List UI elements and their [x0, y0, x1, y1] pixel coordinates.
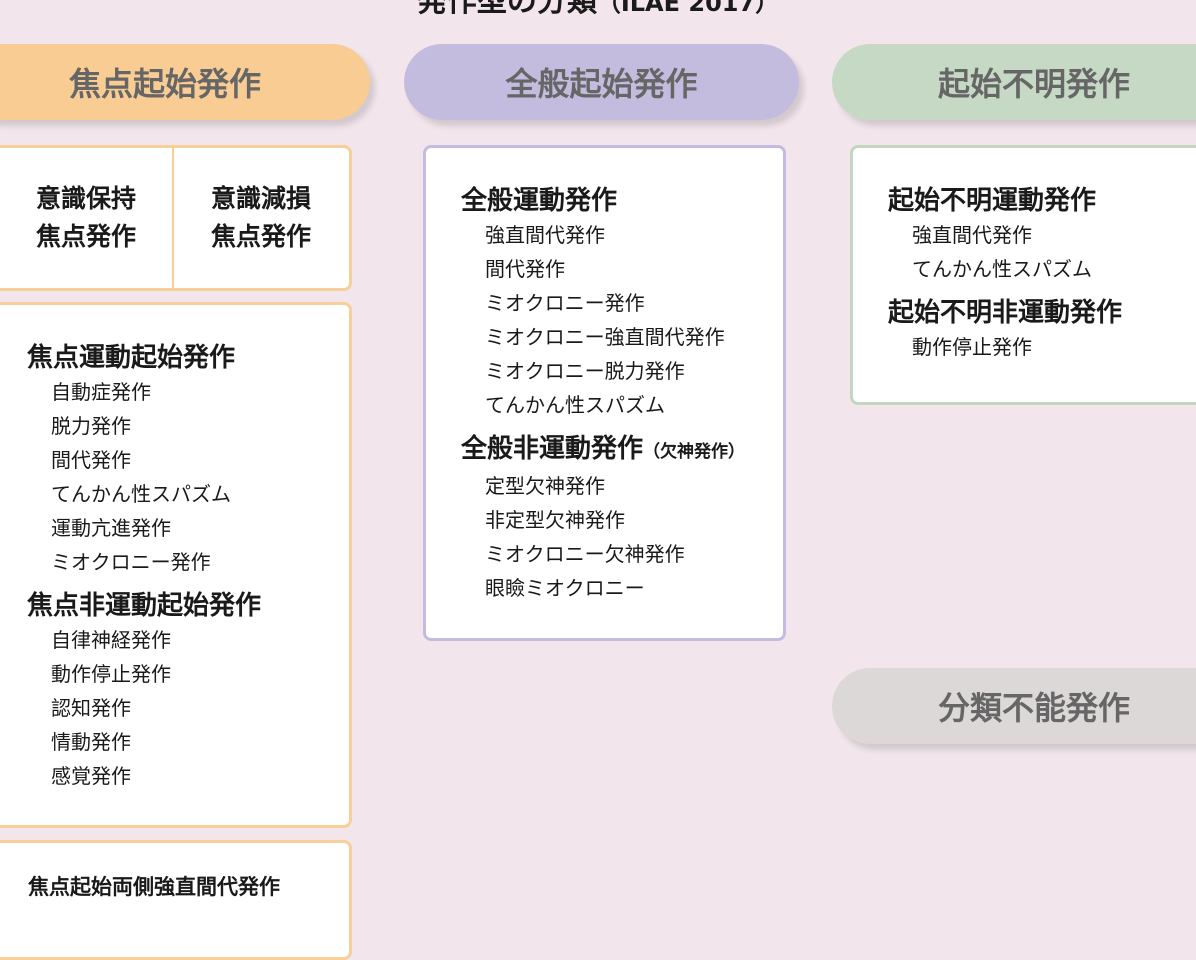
list-item: 間代発作 — [51, 448, 131, 472]
list-item: 脱力発作 — [51, 414, 131, 438]
focal-onset-box: 焦点運動起始発作 自動症発作脱力発作間代発作てんかん性スパズム 運動亢進発作ミオク… — [0, 302, 352, 828]
list-item: てんかん性スパズム — [912, 257, 1092, 281]
list-item: 強直間代発作 — [485, 223, 605, 247]
focal-nonmotor-heading: 焦点非運動起始発作 — [27, 591, 262, 621]
unknown-nonmotor-list: 動作停止発作 — [888, 330, 1122, 364]
list-item: 眼瞼ミオクロニー — [485, 576, 645, 600]
pill-unclassified-label: 分類不能発作 — [937, 689, 1130, 727]
generalized-nonmotor-note: （欠神発作） — [643, 442, 746, 462]
list-item: ミオクロニー脱力発作 — [485, 359, 685, 383]
pill-generalized-label: 全般起始発作 — [505, 65, 698, 103]
list-item: 定型欠神発作 — [485, 474, 605, 498]
list-item: ミオクロニー発作 — [51, 550, 211, 574]
focal-impaired: 意識減損 焦点発作 — [210, 184, 311, 251]
list-item: ミオクロニー発作 — [485, 291, 645, 315]
diagram-title: 発作型の分類（ILAE 2017） — [0, 0, 1196, 19]
focal-bilateral-box: 焦点起始両側強直間代発作 — [0, 840, 352, 960]
list-item: 感覚発作 — [51, 764, 131, 788]
focal-aware: 意識保持 焦点発作 — [35, 184, 136, 251]
pill-focal-label: 焦点起始発作 — [68, 65, 261, 103]
focal-awareness-box: 意識保持 焦点発作 意識減損 焦点発作 — [0, 145, 352, 291]
pill-unknown: 起始不明発作 — [832, 44, 1196, 120]
list-item: 動作停止発作 — [912, 335, 1032, 359]
focal-motor-list: 自動症発作脱力発作間代発作てんかん性スパズム 運動亢進発作ミオクロニー発作 — [27, 375, 261, 579]
title-sub: （ILAE 2017） — [596, 0, 780, 17]
focal-bilateral-label: 焦点起始両側強直間代発作 — [28, 875, 280, 899]
list-item: ミオクロニー強直間代発作 — [485, 325, 725, 349]
generalized-box: 全般運動発作 強直間代発作 間代発作ミオクロニー発作ミオクロニー強直間代発作 ミオク… — [423, 145, 786, 641]
list-item: 非定型欠神発作 — [485, 508, 625, 532]
generalized-motor-heading: 全般運動発作 — [461, 186, 618, 216]
list-item: 運動亢進発作 — [51, 516, 171, 540]
unknown-motor-list: 強直間代発作てんかん性スパズム — [888, 218, 1122, 286]
list-item: ミオクロニー欠神発作 — [485, 542, 685, 566]
list-item: 間代発作 — [485, 257, 565, 281]
generalized-nonmotor-heading: 全般非運動発作（欠神発作） — [461, 432, 745, 469]
focal-motor-heading: 焦点運動起始発作 — [27, 343, 236, 373]
unknown-nonmotor-heading: 起始不明非運動発作 — [888, 298, 1123, 328]
generalized-col: 全般運動発作 強直間代発作 間代発作ミオクロニー発作ミオクロニー強直間代発作 ミオク… — [461, 184, 745, 605]
generalized-nonmotor-heading-text: 全般非運動発作 — [461, 434, 644, 464]
list-item: 情動発作 — [51, 730, 131, 754]
generalized-nonmotor-list: 定型欠神発作 非定型欠神発作ミオクロニー欠神発作 眼瞼ミオクロニー — [461, 469, 745, 605]
list-item: てんかん性スパズム — [485, 393, 665, 417]
unknown-motor-heading: 起始不明運動発作 — [888, 186, 1097, 216]
focal-nonmotor-list: 自律神経発作 動作停止発作 認知発作情動発作感覚発作 — [27, 623, 261, 793]
list-item: 自動症発作 — [51, 380, 151, 404]
generalized-motor-list: 強直間代発作 間代発作ミオクロニー発作ミオクロニー強直間代発作 ミオクロニー脱力発作… — [461, 218, 745, 422]
list-item: 強直間代発作 — [912, 223, 1032, 247]
list-item: 動作停止発作 — [51, 662, 171, 686]
list-item: 認知発作 — [51, 696, 131, 720]
list-item: 自律神経発作 — [51, 628, 171, 652]
focal-col: 焦点運動起始発作 自動症発作脱力発作間代発作てんかん性スパズム 運動亢進発作ミオク… — [27, 341, 261, 793]
pill-generalized: 全般起始発作 — [404, 44, 799, 120]
unknown-box: 起始不明運動発作 強直間代発作てんかん性スパズム 起始不明非運動発作 動作停止発… — [850, 145, 1196, 405]
list-item: てんかん性スパズム — [51, 482, 231, 506]
pill-unknown-label: 起始不明発作 — [937, 65, 1130, 103]
pill-unclassified: 分類不能発作 — [832, 668, 1196, 744]
unknown-col: 起始不明運動発作 強直間代発作てんかん性スパズム 起始不明非運動発作 動作停止発… — [888, 184, 1122, 364]
pill-focal: 焦点起始発作 — [0, 44, 370, 120]
title-main: 発作型の分類 — [416, 0, 597, 19]
